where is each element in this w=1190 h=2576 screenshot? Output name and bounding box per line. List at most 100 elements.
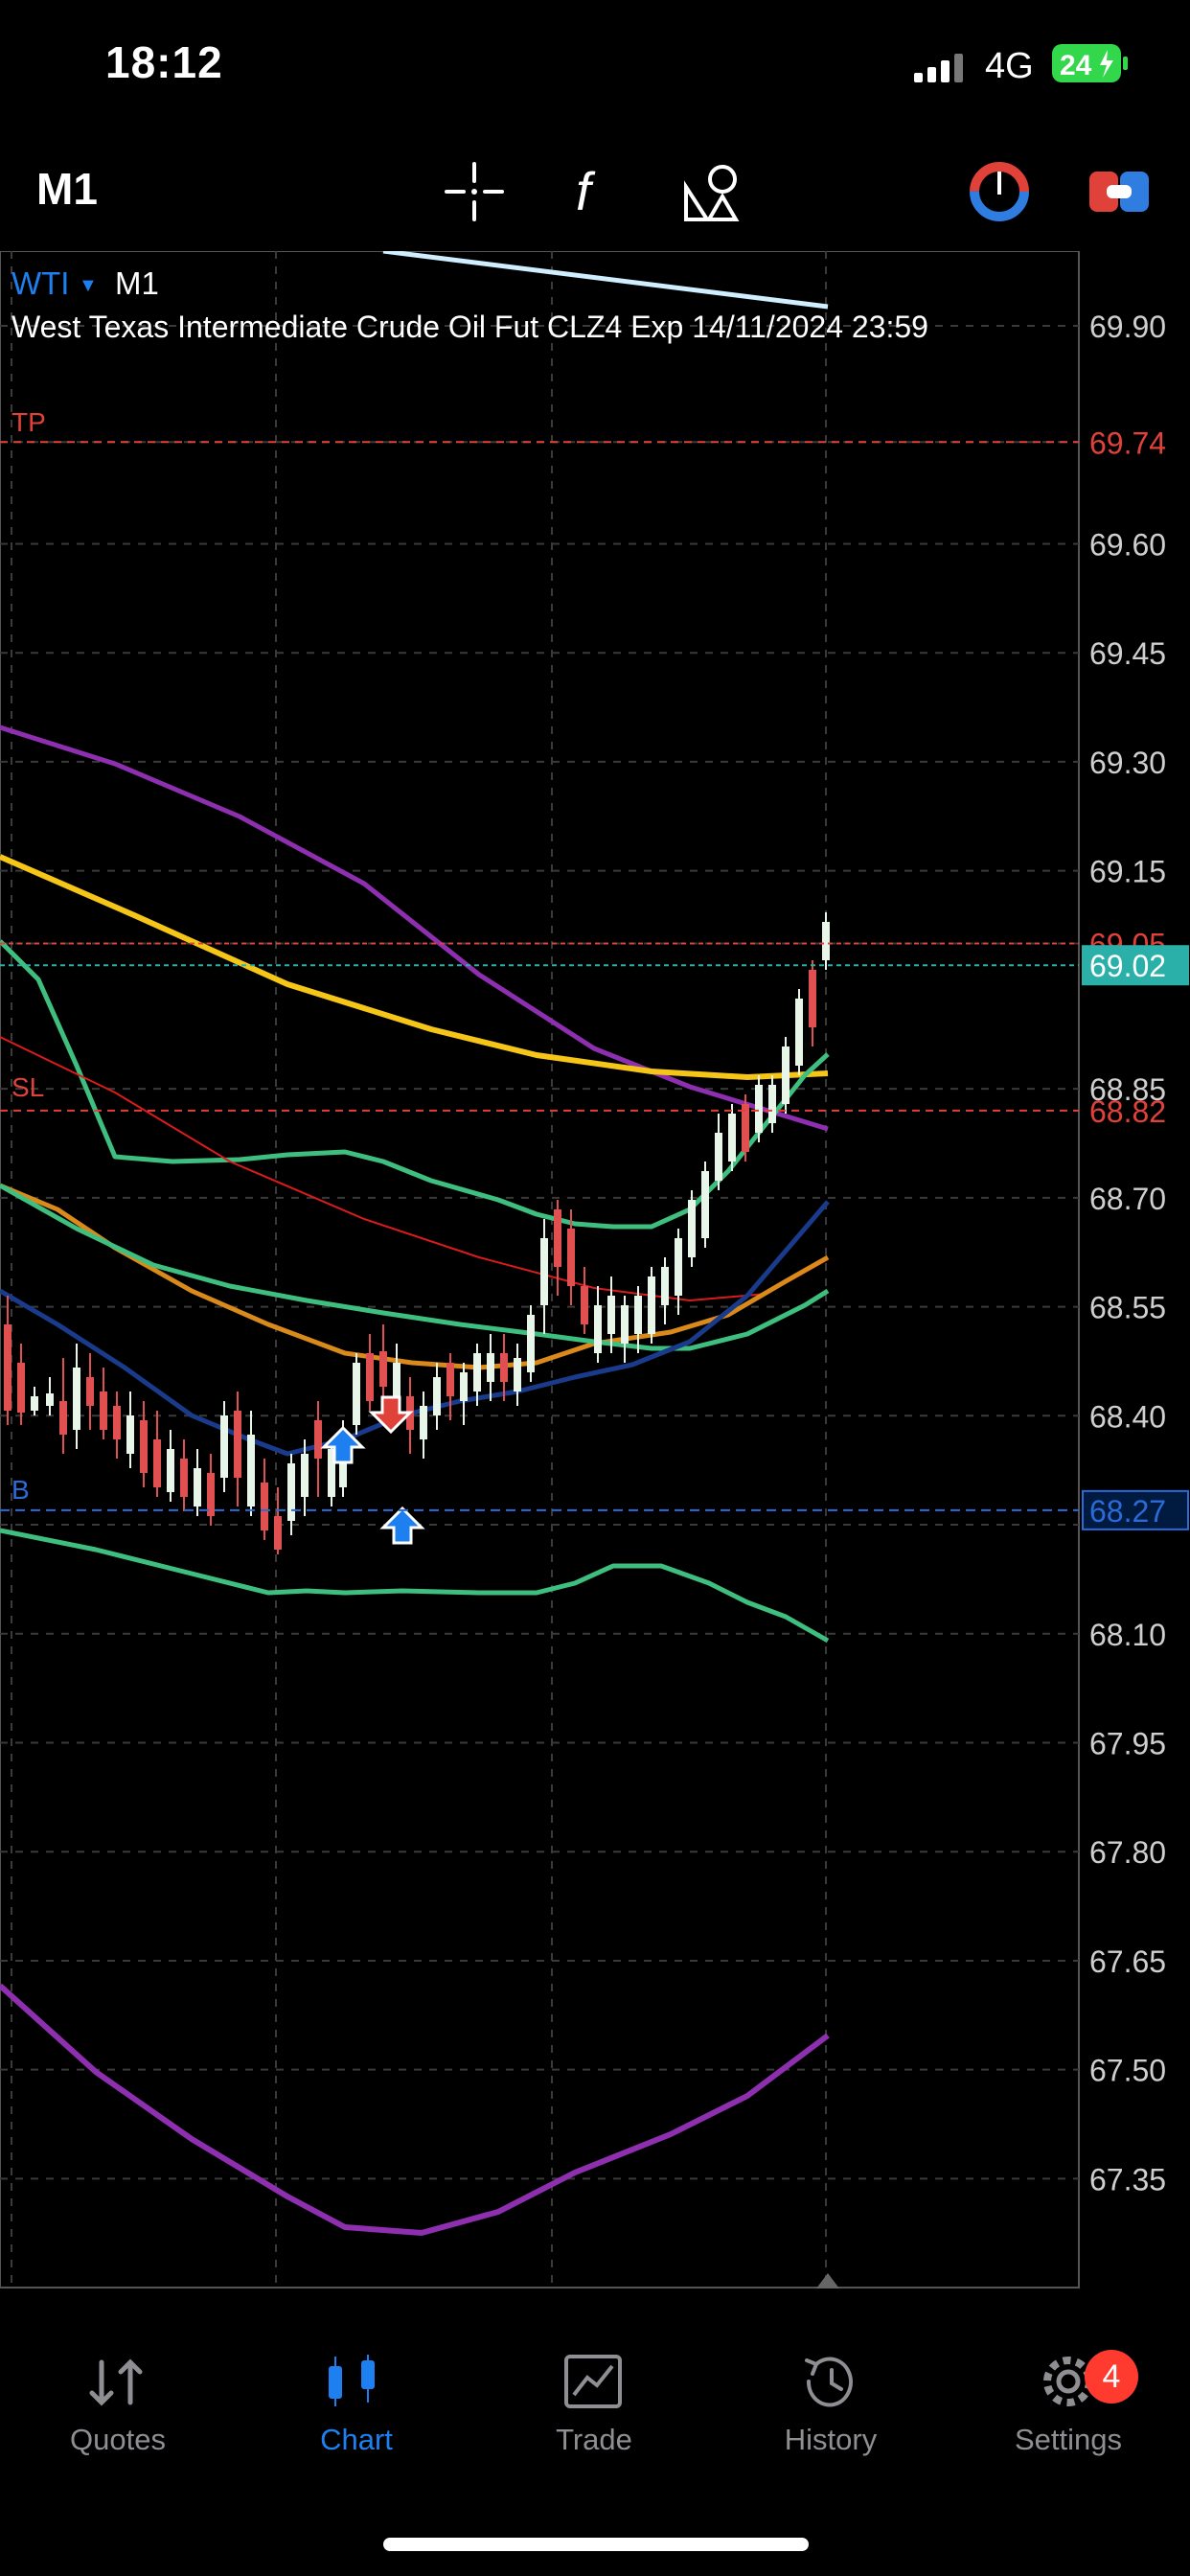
candle-body [234, 1411, 241, 1478]
history-icon [805, 2357, 853, 2407]
candle-body [607, 1296, 615, 1334]
candle-body [274, 1516, 282, 1550]
one-click-trading-icon[interactable] [966, 158, 1033, 225]
candle-body [46, 1393, 54, 1406]
price-tick: 67.35 [1089, 2162, 1166, 2196]
trendline [382, 248, 829, 310]
candle-body [59, 1401, 67, 1435]
candle-body [31, 1396, 38, 1411]
candle-body [353, 1363, 360, 1425]
home-indicator[interactable] [383, 2538, 809, 2551]
candle-body [100, 1392, 107, 1430]
candle-body [661, 1267, 669, 1305]
candle-body [621, 1305, 629, 1344]
candle-body [420, 1406, 427, 1439]
chart-icon [329, 2355, 375, 2406]
tab-quotes[interactable]: Quotes [22, 2353, 214, 2457]
status-bar: 18:12 4G 24 [0, 0, 1190, 134]
candle-body [514, 1358, 521, 1392]
tab-label: History [784, 2423, 878, 2456]
time-tick: 18 Oct 18:48 [558, 2296, 733, 2302]
price-tick: 68.10 [1089, 1618, 1166, 1652]
network-type: 4G [985, 46, 1034, 86]
tp-level-price: 69.74 [1089, 426, 1166, 460]
candle-body [140, 1420, 148, 1473]
time-tick: 18 Oct 18:24 [282, 2296, 457, 2302]
price-tick: 69.90 [1089, 310, 1166, 344]
price-tick: 67.65 [1089, 1944, 1166, 1979]
candle-body [261, 1483, 268, 1530]
candle-body [527, 1315, 535, 1372]
symbol-dropdown-icon[interactable]: ▼ [79, 275, 98, 296]
price-tick: 67.95 [1089, 1726, 1166, 1760]
symbol-label[interactable]: WTI [11, 265, 69, 301]
candle-body [768, 1085, 776, 1123]
candle-body [301, 1454, 309, 1497]
candle-body [167, 1449, 174, 1492]
sl-label: SL [11, 1072, 44, 1102]
battery-level: 24 [1060, 50, 1092, 81]
candle-body [688, 1200, 696, 1257]
indicator-lines [0, 248, 830, 2236]
ma-green-lower [0, 1528, 830, 1644]
candle-body [487, 1353, 494, 1382]
candle-body [86, 1377, 94, 1406]
tab-chart[interactable]: Chart [261, 2353, 452, 2457]
period-label: M1 [115, 265, 159, 301]
candle-body [17, 1363, 25, 1413]
price-tick: 68.70 [1089, 1182, 1166, 1216]
price-axis: 69.90 69.60 69.45 69.30 69.15 68.85 68.70 68.55… [1089, 310, 1166, 2196]
candle-body [701, 1171, 709, 1238]
ma-purple-upper [0, 724, 829, 1132]
ma-purple-lower [0, 1983, 830, 2236]
trade-panel-icon[interactable] [1086, 158, 1153, 225]
tab-history[interactable]: History [735, 2353, 927, 2457]
candle-body [554, 1209, 561, 1267]
svg-text:f: f [576, 161, 596, 221]
candle-body [460, 1372, 468, 1401]
chart-toolbar: M1 f [0, 134, 1190, 244]
tp-label: TP [11, 407, 46, 437]
candlesticks [4, 912, 830, 1554]
candle-body [540, 1238, 548, 1305]
bid-level-price: 69.02 [1089, 949, 1166, 983]
buy-arrow-icon [379, 1506, 425, 1545]
objects-icon[interactable] [680, 158, 747, 225]
price-tick: 69.60 [1089, 527, 1166, 562]
candle-body [379, 1351, 387, 1387]
timeframe-button[interactable]: M1 [36, 163, 98, 215]
ma-yellow [0, 854, 829, 1080]
function-icon[interactable]: f [561, 158, 628, 225]
chart-canvas[interactable]: 69.7468.8269.0569.0268.27 69.9069.6069.4… [0, 248, 1190, 2331]
candle-body [822, 922, 830, 960]
candle-body [247, 1435, 255, 1506]
candle-body [153, 1439, 161, 1487]
candle-body [809, 970, 816, 1027]
price-tick: 68.85 [1089, 1072, 1166, 1107]
candle-body [126, 1415, 134, 1454]
trade-icon [564, 2355, 622, 2408]
price-chart[interactable]: 69.74 68.82 69.05 69.02 68.27 69.90 69.60 69.4… [0, 248, 1190, 2331]
candle-body [180, 1459, 188, 1497]
crosshair-icon[interactable] [441, 158, 508, 225]
candle-body [113, 1406, 121, 1439]
candle-body [594, 1305, 602, 1353]
buy-label: B [11, 1475, 30, 1505]
quotes-icon [89, 2358, 143, 2406]
price-tick: 69.45 [1089, 636, 1166, 671]
status-time: 18:12 [105, 37, 223, 87]
price-tick: 68.40 [1089, 1399, 1166, 1434]
tab-label: Settings [1014, 2423, 1122, 2456]
instrument-description: West Texas Intermediate Crude Oil Fut CL… [11, 310, 928, 344]
candle-body [675, 1238, 682, 1296]
price-tick: 69.15 [1089, 855, 1166, 889]
candle-body [433, 1377, 441, 1415]
tab-label: Quotes [70, 2423, 166, 2456]
tab-label: Trade [556, 2423, 632, 2456]
candle-body [73, 1368, 80, 1430]
candle-body [287, 1463, 295, 1521]
candle-body [500, 1353, 508, 1382]
tab-label: Chart [320, 2423, 393, 2456]
candle-body [220, 1415, 228, 1478]
tab-trade[interactable]: Trade [498, 2353, 690, 2457]
